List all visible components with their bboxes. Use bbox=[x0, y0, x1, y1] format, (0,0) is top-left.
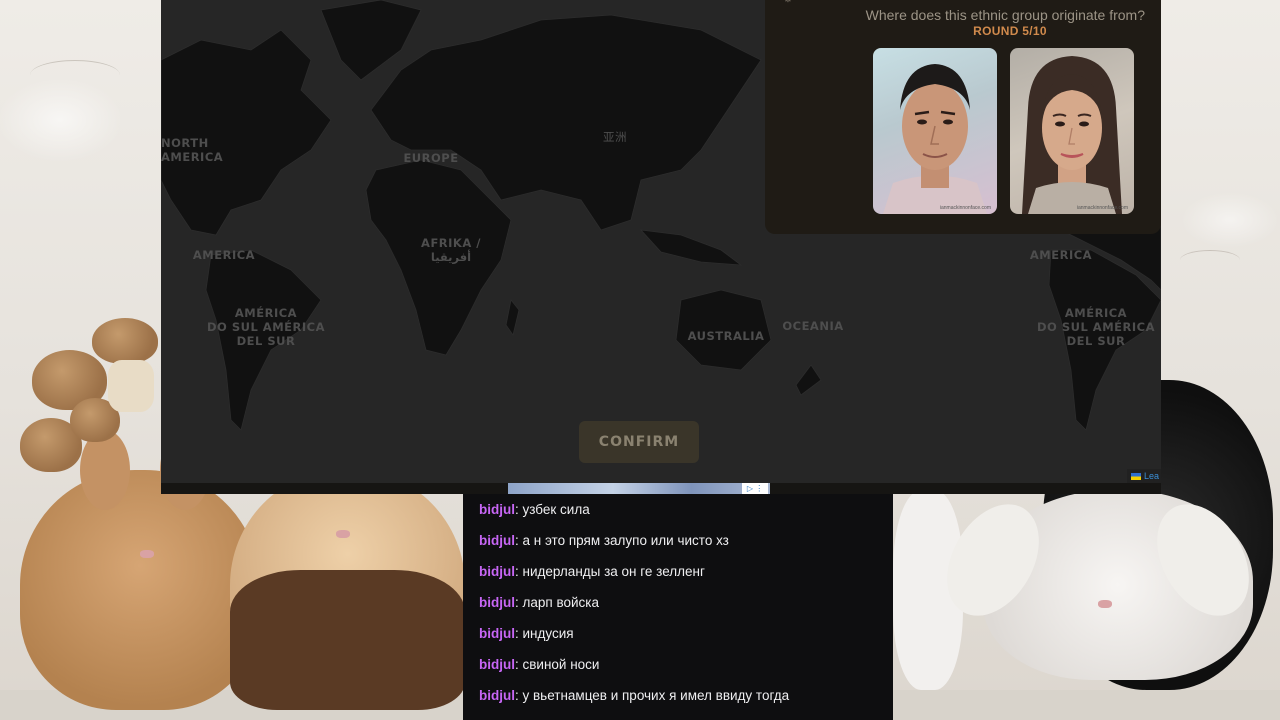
wall-texture bbox=[30, 60, 120, 90]
ad-banner[interactable]: ▷ ⋮ bbox=[508, 483, 770, 494]
map-attribution[interactable]: Lea bbox=[1126, 469, 1161, 483]
chat-username[interactable]: bidjul bbox=[479, 564, 515, 579]
game-window: NORTH AMERICA EUROPE 亚洲 AFRIKA / أفريقيا… bbox=[161, 0, 1161, 494]
chat-message: bidjul: индусия bbox=[479, 626, 574, 641]
question-panel: ⚙ Where does this ethnic group originate… bbox=[765, 0, 1161, 234]
chat-message: bidjul: узбек сила bbox=[479, 502, 590, 517]
map-label-south-america-right: AMÉRICA DO SUL AMÉRICA DEL SUR bbox=[1037, 306, 1155, 348]
map-label-oceania: OCEANIA bbox=[782, 319, 844, 333]
ukraine-flag-icon bbox=[1130, 472, 1141, 480]
male-face-image: ianmackinnonface.com bbox=[873, 48, 997, 214]
attribution-link[interactable]: Lea bbox=[1144, 471, 1159, 481]
map-label-america-left: AMERICA bbox=[192, 248, 256, 262]
face-watermark: ianmackinnonface.com bbox=[1076, 205, 1128, 211]
map-label-europe: EUROPE bbox=[403, 151, 459, 165]
chat-message: bidjul: ларп войска bbox=[479, 595, 599, 610]
chat-message: bidjul: а н это прям залупо или чисто хз bbox=[479, 533, 729, 548]
chat-text: : свиной носи bbox=[515, 657, 600, 672]
map-label-asia: 亚洲 bbox=[603, 130, 627, 144]
bunny-middle bbox=[230, 470, 465, 710]
chat-text: : у вьетнамцев и прочих я имел ввиду тог… bbox=[515, 688, 790, 703]
map-label-america-right: AMERICA bbox=[1029, 248, 1093, 262]
map-label-north-america: NORTH AMERICA bbox=[161, 136, 224, 164]
question-text: Where does this ethnic group originate f… bbox=[865, 7, 1145, 23]
map-label-africa: AFRIKA / أفريقيا bbox=[421, 236, 481, 264]
landmass-se-asia bbox=[639, 229, 743, 266]
chat-username[interactable]: bidjul bbox=[479, 688, 515, 703]
settings-icon[interactable]: ⚙ bbox=[783, 0, 793, 5]
chat-username[interactable]: bidjul bbox=[479, 657, 515, 672]
chat-text: : нидерланды за он ге зелленг bbox=[515, 564, 705, 579]
chat-text: : а н это прям залупо или чисто хз bbox=[515, 533, 729, 548]
chat-username[interactable]: bidjul bbox=[479, 626, 515, 641]
map-label-australia: AUSTRALIA bbox=[687, 329, 765, 343]
chat-message: bidjul: у вьетнамцев и прочих я имел вви… bbox=[479, 688, 789, 703]
chat-username[interactable]: bidjul bbox=[479, 595, 515, 610]
face-watermark: ianmackinnonface.com bbox=[939, 205, 991, 211]
chat-username[interactable]: bidjul bbox=[479, 502, 515, 517]
chat-username[interactable]: bidjul bbox=[479, 533, 515, 548]
chat-text: : индусия bbox=[515, 626, 574, 641]
female-face-image: ianmackinnonface.com bbox=[1010, 48, 1134, 214]
confirm-button[interactable]: CONFIRM bbox=[579, 421, 699, 463]
round-indicator: ROUND 5/10 bbox=[973, 24, 1047, 38]
chat-text: : ларп войска bbox=[515, 595, 599, 610]
map-label-south-america-left: AMÉRICA DO SUL AMÉRICA DEL SUR bbox=[207, 306, 325, 348]
ad-choices-icon[interactable]: ▷ ⋮ bbox=[742, 483, 768, 494]
chat-message: bidjul: свиной носи bbox=[479, 657, 599, 672]
wall-texture bbox=[1180, 250, 1240, 270]
landmass-madagascar bbox=[505, 299, 520, 336]
landmass-new-zealand bbox=[795, 364, 822, 396]
chat-text: : узбек сила bbox=[515, 502, 590, 517]
chat-message: bidjul: нидерланды за он ге зелленг bbox=[479, 564, 705, 579]
landmass-north-america bbox=[161, 29, 332, 236]
chat-panel: bidjul: узбек сила bidjul: а н это прям … bbox=[463, 494, 893, 720]
